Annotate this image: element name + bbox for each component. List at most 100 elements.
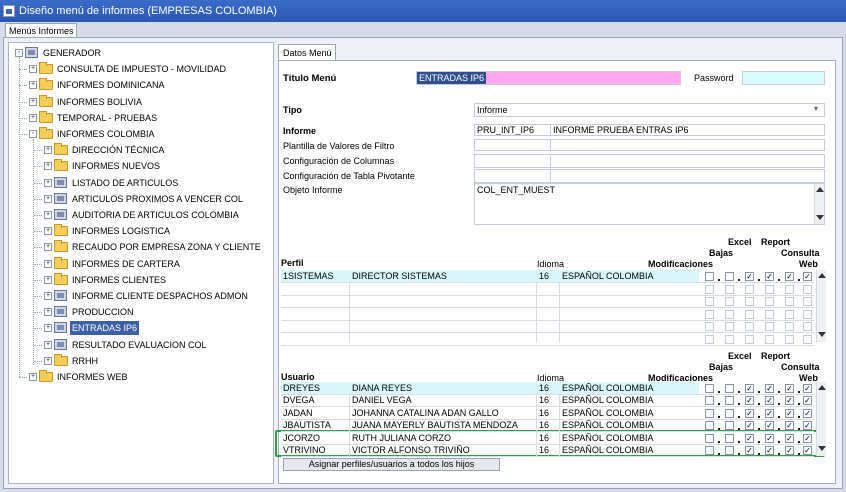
expand-icon[interactable]: + (44, 308, 52, 317)
perfil-scrollbar[interactable] (816, 270, 826, 342)
tipo-select[interactable]: Informe (474, 103, 825, 117)
checkbox[interactable] (725, 408, 734, 418)
tree-node[interactable]: + TEMPORAL - PRUEBAS (29, 110, 269, 125)
checkbox[interactable] (725, 297, 734, 306)
checkbox[interactable] (745, 297, 754, 306)
checkmark-icon[interactable]: ✓ (785, 272, 794, 281)
checkbox[interactable] (725, 446, 734, 455)
checkmark-icon[interactable]: ✓ (745, 408, 754, 418)
checkbox[interactable] (803, 322, 812, 331)
tree-node[interactable]: + DIRECCIÓN TÉCNICA (44, 143, 269, 157)
checkmark-icon[interactable]: ✓ (803, 421, 812, 431)
checkmark-icon[interactable]: ✓ (765, 384, 774, 393)
checkmark-icon[interactable]: ✓ (785, 433, 794, 443)
checkmark-icon[interactable]: ✓ (745, 384, 754, 393)
expand-icon[interactable]: + (44, 275, 52, 284)
checkbox[interactable] (705, 384, 714, 393)
collapse-icon[interactable]: - (29, 130, 37, 138)
plantilla-name-field[interactable] (550, 139, 825, 151)
checkbox[interactable] (705, 272, 714, 281)
checkmark-icon[interactable]: ✓ (803, 384, 812, 393)
tree-node[interactable]: + INFORMES DE CARTERA (44, 256, 269, 271)
tree-node[interactable]: + INFORMES NUEVOS (44, 159, 269, 173)
checkbox[interactable] (725, 421, 734, 431)
tree-node[interactable]: + AUDITORIA DE ARTICULOS COLOMBIA (44, 208, 269, 222)
assign-children-button[interactable]: Asignar perfiles/usuarios a todos los hi… (283, 458, 500, 471)
checkmark-icon[interactable]: ✓ (785, 446, 794, 455)
tree-node[interactable]: + LISTADO DE ARTICULOS (44, 176, 269, 190)
expand-icon[interactable]: + (44, 211, 52, 219)
checkbox[interactable] (765, 297, 774, 306)
checkmark-icon[interactable]: ✓ (803, 433, 812, 443)
expand-icon[interactable]: + (44, 162, 52, 171)
checkmark-icon[interactable]: ✓ (745, 446, 754, 455)
objeto-scrollbar[interactable] (814, 184, 824, 224)
tree-node[interactable]: + ARTICULOS PROXIMOS A VENCER COL (44, 192, 269, 206)
password-input[interactable] (742, 71, 825, 85)
checkbox[interactable] (745, 322, 754, 331)
tree-node[interactable]: + INFORMES DOMINICANA (29, 78, 269, 92)
checkmark-icon[interactable]: ✓ (803, 446, 812, 455)
expand-icon[interactable]: + (44, 178, 52, 187)
checkmark-icon[interactable]: ✓ (765, 421, 774, 431)
checkmark-icon[interactable]: ✓ (785, 421, 794, 431)
checkbox[interactable] (705, 297, 714, 306)
expand-icon[interactable]: + (29, 113, 37, 122)
expand-icon[interactable]: + (29, 97, 37, 106)
config-pivot-name-field[interactable] (550, 169, 825, 183)
checkbox[interactable] (725, 433, 734, 443)
checkbox[interactable] (705, 309, 714, 319)
checkbox[interactable] (705, 421, 714, 431)
expand-icon[interactable]: + (29, 65, 37, 74)
config-columnas-name-field[interactable] (550, 154, 825, 168)
tree-node[interactable]: + INFORMES BOLIVIA (29, 94, 269, 109)
expand-icon[interactable]: + (29, 81, 37, 90)
checkbox[interactable] (705, 334, 714, 344)
checkbox[interactable] (705, 322, 714, 331)
checkmark-icon[interactable]: ✓ (765, 433, 774, 443)
tree-node[interactable]: + INFORMES LOGISTICA (44, 224, 269, 238)
checkbox[interactable] (705, 408, 714, 418)
checkmark-icon[interactable]: ✓ (803, 396, 812, 406)
checkbox[interactable] (803, 309, 812, 319)
tree-node[interactable]: + PRODUCCION (44, 305, 269, 319)
checkbox[interactable] (705, 446, 714, 455)
tab-datos-menu[interactable]: Datos Menú (278, 44, 336, 61)
scroll-up-icon[interactable] (816, 187, 824, 192)
objeto-textarea[interactable]: COL_ENT_MUEST (474, 183, 825, 225)
expand-icon[interactable]: + (44, 243, 52, 252)
checkbox[interactable] (705, 284, 714, 294)
checkbox[interactable] (725, 322, 734, 331)
checkbox[interactable] (765, 322, 774, 331)
checkmark-icon[interactable]: ✓ (785, 408, 794, 418)
scroll-up-icon[interactable] (818, 273, 826, 278)
collapse-icon[interactable]: - (15, 49, 23, 57)
checkbox[interactable] (803, 297, 812, 306)
checkbox[interactable] (725, 384, 734, 393)
checkbox[interactable] (803, 284, 812, 294)
checkbox[interactable] (725, 272, 734, 281)
tree-node[interactable]: + ENTRADAS IP6 (44, 321, 269, 336)
expand-icon[interactable]: + (44, 227, 52, 236)
checkbox[interactable] (765, 284, 774, 294)
scroll-down-icon[interactable] (816, 215, 824, 220)
expand-icon[interactable]: + (44, 194, 52, 203)
tree-node[interactable]: + INFORME CLIENTE DESPACHOS ADMON (44, 289, 269, 303)
checkbox[interactable] (803, 334, 812, 344)
menu-tree[interactable]: - GENERADOR + CONSULTA DE IMPUESTO - MOVILI… (8, 42, 274, 484)
checkbox[interactable] (785, 309, 794, 319)
expand-icon[interactable]: + (29, 373, 37, 381)
checkmark-icon[interactable]: ✓ (803, 272, 812, 281)
expand-icon[interactable]: + (44, 292, 52, 300)
checkbox[interactable] (705, 433, 714, 443)
expand-icon[interactable]: + (44, 356, 52, 365)
plantilla-code-field[interactable] (474, 139, 551, 151)
tree-node[interactable]: + INFORMES WEB (29, 370, 269, 384)
checkmark-icon[interactable]: ✓ (745, 272, 754, 281)
checkmark-icon[interactable]: ✓ (745, 421, 754, 431)
checkbox[interactable] (785, 322, 794, 331)
expand-icon[interactable]: + (44, 324, 52, 333)
config-columnas-code-field[interactable] (474, 154, 551, 168)
checkbox[interactable] (725, 396, 734, 406)
checkmark-icon[interactable]: ✓ (765, 272, 774, 281)
